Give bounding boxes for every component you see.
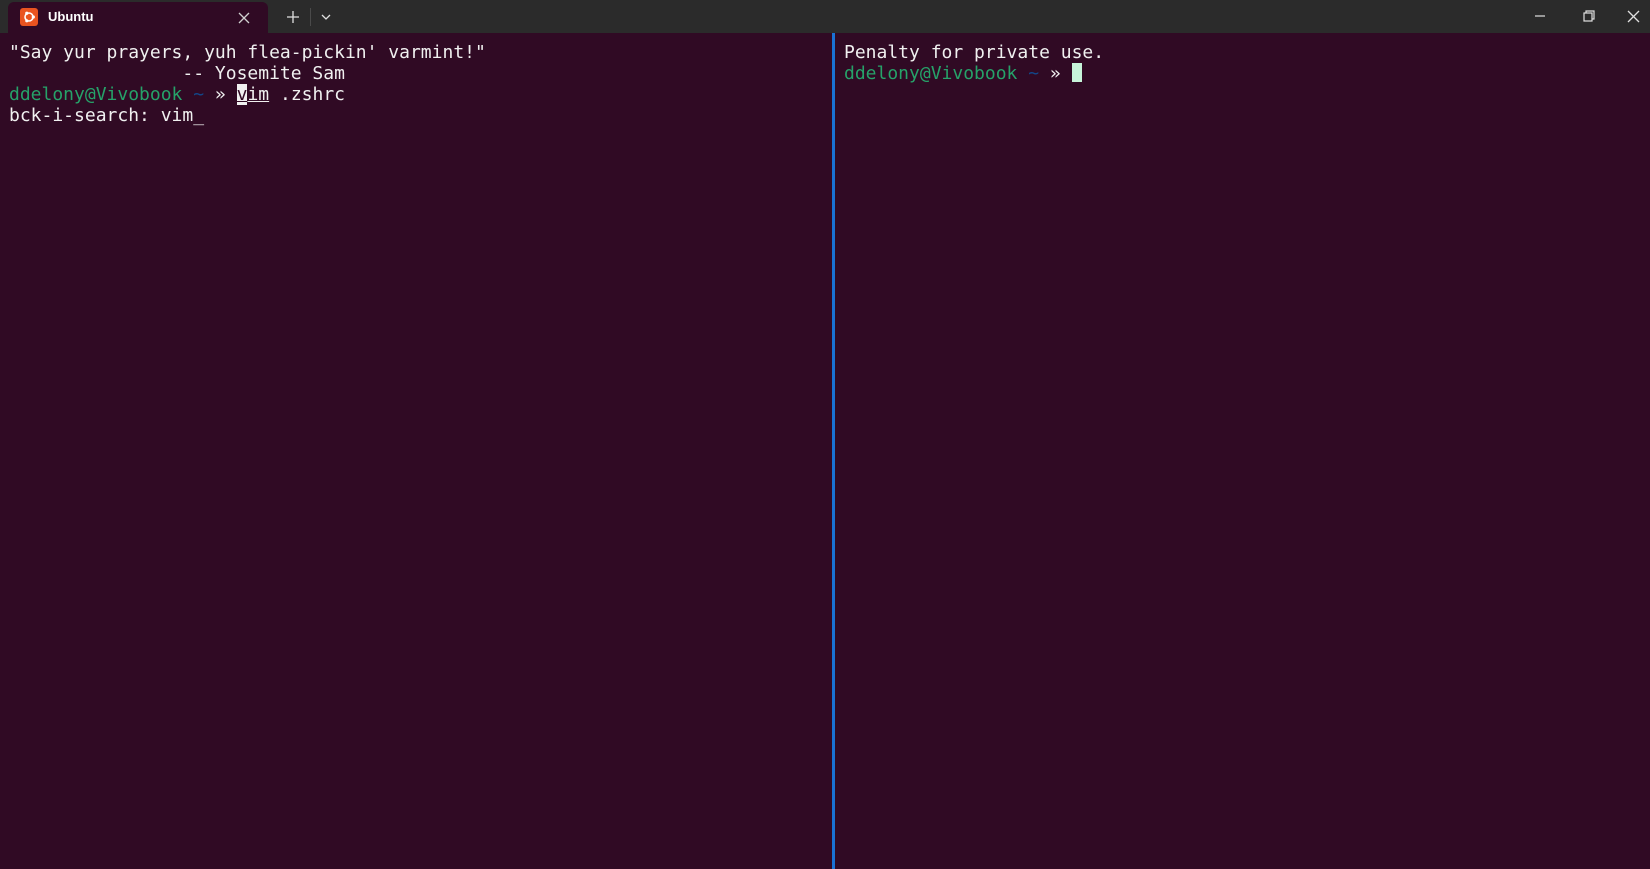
tab-ubuntu[interactable]: Ubuntu [8, 2, 268, 33]
terminal-pane-left[interactable]: "Say yur prayers, yuh flea-pickin' varmi… [0, 33, 832, 869]
prompt-arrow: » [1049, 63, 1061, 84]
prompt-arrow: » [214, 84, 226, 105]
tab-close-icon[interactable] [234, 8, 254, 28]
tab-separator [310, 8, 311, 26]
plus-icon [287, 11, 299, 23]
restore-button[interactable] [1566, 0, 1612, 33]
prompt-user-host: ddelony@Vivobook [844, 63, 1018, 84]
tab-title: Ubuntu [48, 9, 94, 24]
terminal-pane-right[interactable]: Penalty for private use. ddelony@Vivoboo… [835, 33, 1650, 869]
prompt-dir: ~ [1028, 63, 1040, 84]
command-match: im [247, 84, 270, 105]
fortune-attribution-line: -- Yosemite Sam [9, 63, 345, 84]
fortune-line: Penalty for private use. [844, 42, 1105, 63]
close-icon [1627, 10, 1640, 23]
close-window-button[interactable] [1617, 0, 1650, 33]
command-cursor-char: v [236, 84, 248, 105]
prompt-line: ddelony@Vivobook ~ » [844, 63, 1082, 84]
tab-dropdown-button[interactable] [314, 6, 338, 28]
ubuntu-icon [20, 8, 38, 26]
terminal-cursor [1071, 63, 1082, 82]
prompt-line: ddelony@Vivobook ~ » vim .zshrc [9, 84, 345, 105]
search-line: bck-i-search: vim_ [9, 105, 205, 126]
prompt-dir: ~ [193, 84, 205, 105]
restore-icon [1583, 10, 1595, 22]
minimize-button[interactable] [1517, 0, 1563, 33]
minimize-icon [1535, 15, 1545, 17]
prompt-user-host: ddelony@Vivobook [9, 84, 183, 105]
title-bar: Ubuntu [0, 0, 1650, 33]
command-args: .zshrc [269, 84, 345, 105]
new-tab-button[interactable] [280, 6, 306, 28]
chevron-down-icon [321, 14, 331, 20]
fortune-quote-line: "Say yur prayers, yuh flea-pickin' varmi… [9, 42, 486, 63]
